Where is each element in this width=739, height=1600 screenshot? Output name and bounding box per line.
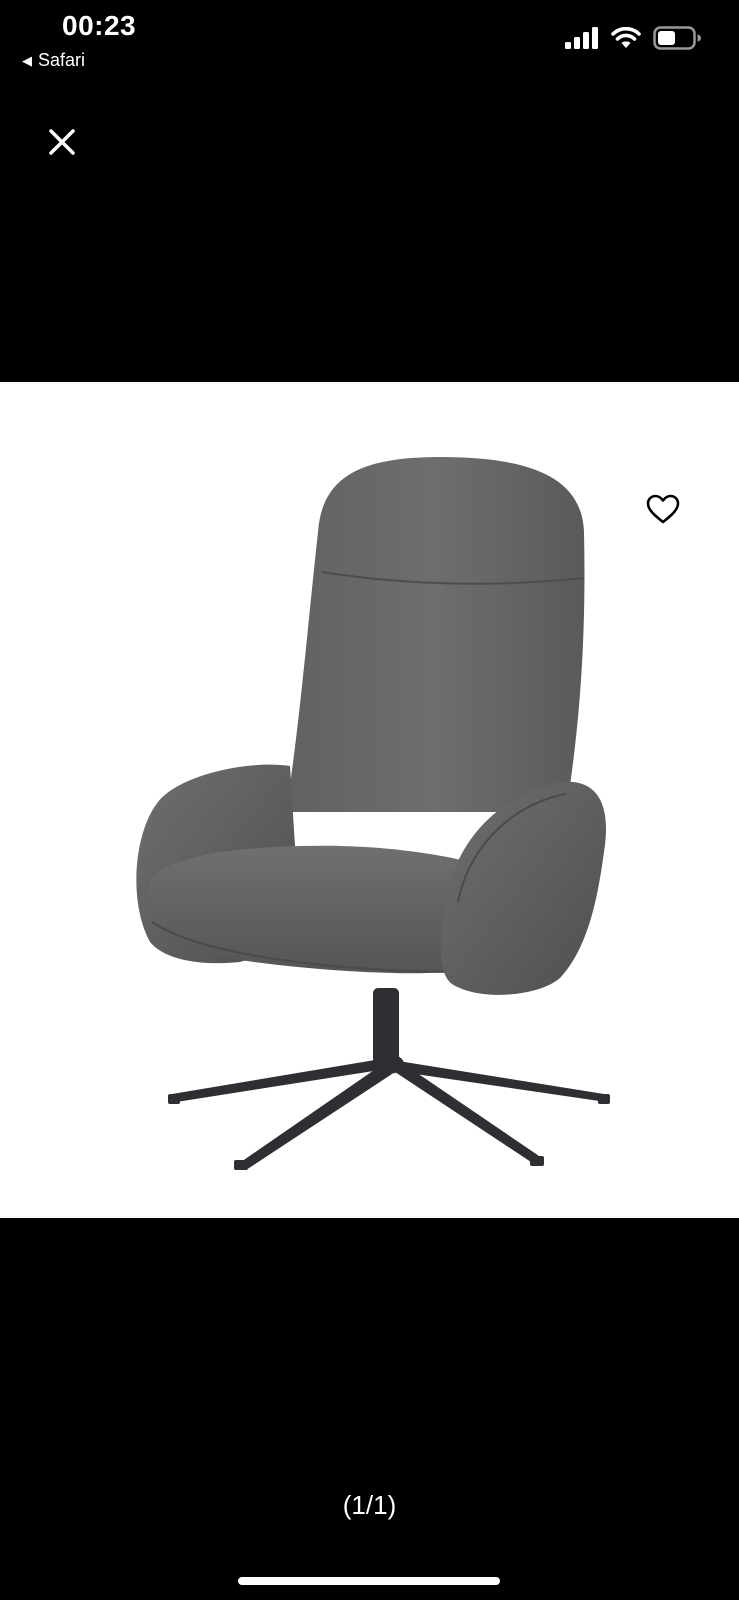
status-time: 00:23 bbox=[62, 10, 137, 41]
back-triangle-icon: ◀ bbox=[22, 52, 32, 68]
close-icon bbox=[49, 129, 75, 155]
page-counter: (1/1) bbox=[342, 1490, 397, 1520]
back-to-app-button[interactable]: ◀ Safari bbox=[22, 50, 85, 71]
close-button[interactable] bbox=[42, 122, 82, 162]
armchair-photo bbox=[136, 457, 610, 1170]
battery-icon bbox=[653, 26, 701, 55]
product-image[interactable] bbox=[0, 382, 739, 1218]
status-icons bbox=[565, 26, 701, 55]
heart-outline-icon bbox=[646, 494, 680, 524]
status-bar: 00:23 ◀ Safari bbox=[0, 0, 739, 80]
wifi-icon bbox=[611, 26, 641, 54]
favorite-button[interactable] bbox=[644, 490, 682, 528]
cellular-signal-icon bbox=[565, 27, 599, 54]
home-indicator[interactable] bbox=[238, 1577, 500, 1585]
back-app-label: Safari bbox=[38, 50, 86, 70]
